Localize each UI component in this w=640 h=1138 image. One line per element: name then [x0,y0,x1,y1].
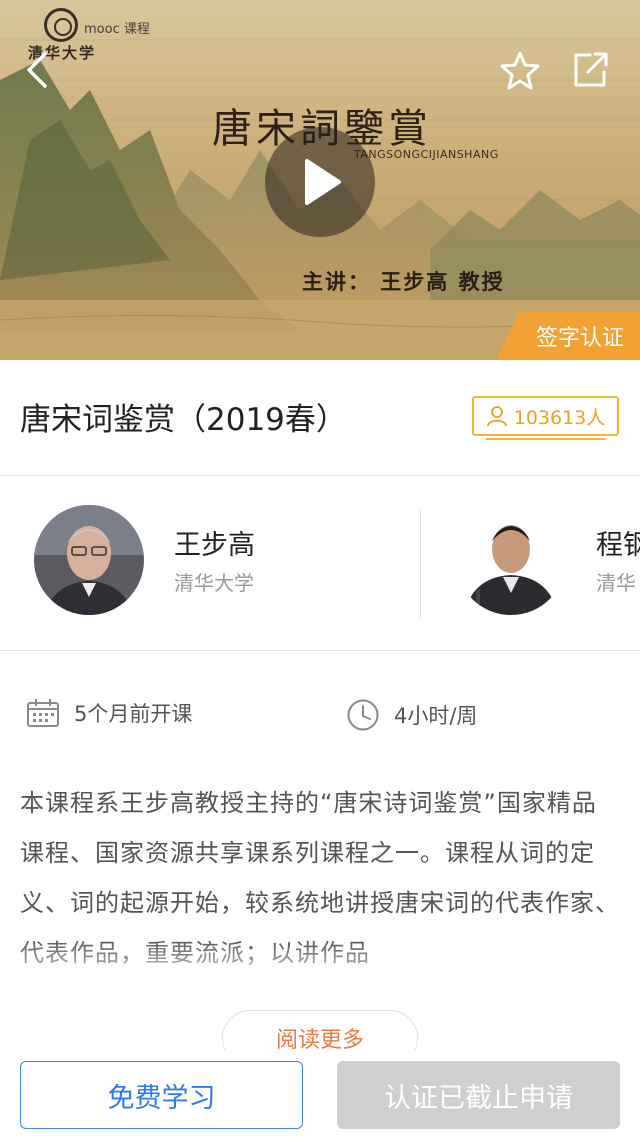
weekly-effort-text: 4小时/周 [394,704,478,728]
enrollment-count-badge: 103613人 [472,396,619,436]
logo-brand: mooc 课程 [84,22,150,37]
teacher-card[interactable]: 程钢 清华 [456,505,640,615]
teacher-list[interactable]: 王步高 清华大学 程钢 清华 [0,477,640,651]
teacher-avatar [34,505,144,615]
calendar-icon [27,699,59,727]
start-time: 5个月前开课 [26,698,192,728]
teacher-divider [420,509,421,619]
university-seal-icon [44,8,78,42]
course-meta: 5个月前开课 4小时/周 [0,690,640,740]
description-fade [0,940,640,990]
chevron-left-icon [27,52,47,88]
share-button[interactable] [566,46,614,94]
play-icon [305,159,341,205]
video-lecturer: 主讲： 王步高 教授 [302,269,505,294]
share-icon [574,52,608,87]
teacher-card[interactable]: 王步高 清华大学 [34,505,414,615]
start-time-text: 5个月前开课 [74,702,193,726]
teacher-name: 王步高 [174,530,255,561]
back-button[interactable] [14,46,62,94]
star-icon [500,51,540,90]
teacher-org: 清华大学 [174,571,254,595]
cert-closed-button: 认证已截止申请 [337,1061,620,1129]
enrollment-count: 103613人 [513,406,606,429]
bottom-action-bar: 免费学习 认证已截止申请 [0,1050,640,1138]
teacher-avatar [456,505,566,615]
course-video-cover[interactable]: mooc 课程 清华大学 唐宋詞鑒賞 TANGSONGCIJIANSHANG 主… [0,0,640,360]
free-learn-button[interactable]: 免费学习 [20,1061,303,1129]
clock-icon [347,699,379,731]
teacher-name: 程钢 [596,530,640,561]
video-title-pinyin: TANGSONGCIJIANSHANG [354,148,499,161]
signature-cert-badge: 签字认证 [496,312,640,360]
teacher-org: 清华 [596,571,636,595]
enrollment-underline [486,438,606,440]
weekly-effort: 4小时/周 [346,698,477,732]
course-title: 唐宋词鉴赏（2019春） [20,402,347,438]
play-button[interactable] [265,127,375,237]
person-icon [486,406,507,427]
course-title-row: 唐宋词鉴赏（2019春） 103613人 [0,360,640,476]
favorite-button[interactable] [496,46,544,94]
